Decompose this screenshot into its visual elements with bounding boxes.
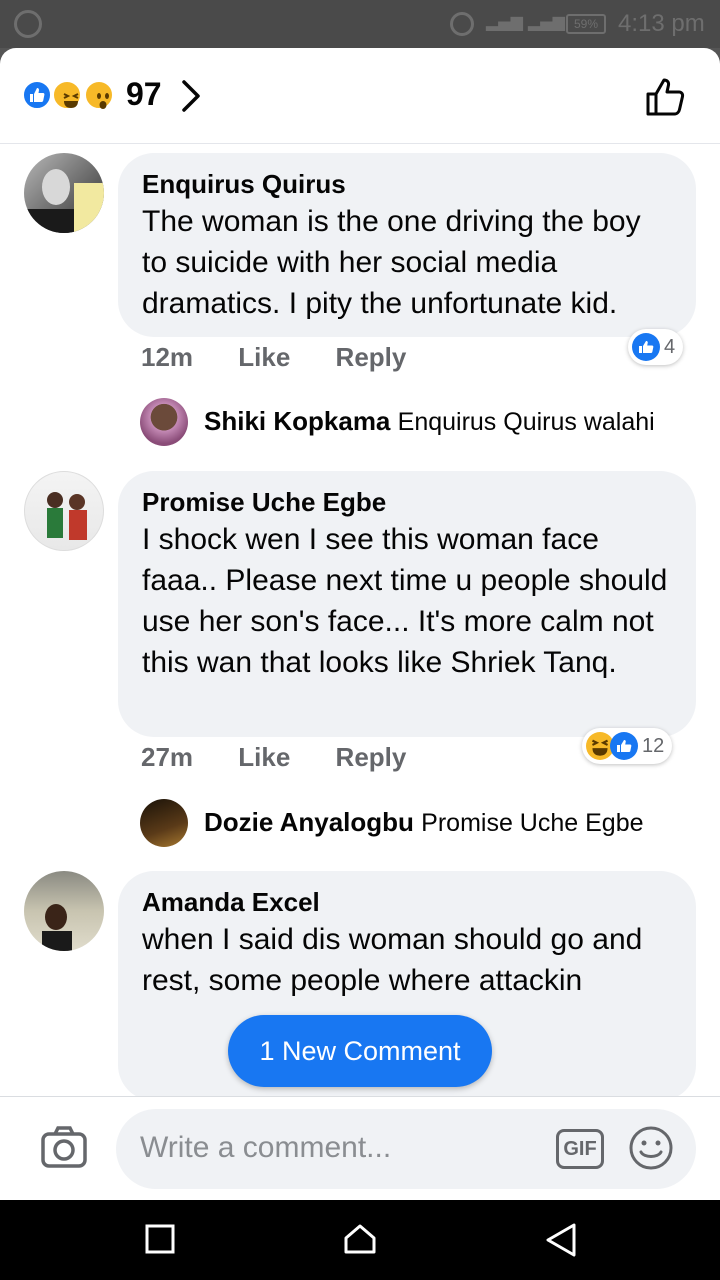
reaction-count-label: 12 xyxy=(642,734,665,757)
comment-bubble[interactable]: Enquirus Quirus The woman is the one dri… xyxy=(118,153,696,337)
comment-author[interactable]: Amanda Excel xyxy=(142,885,672,919)
reaction-count-label: 4 xyxy=(664,335,676,358)
avatar[interactable] xyxy=(140,799,188,847)
comment-author[interactable]: Promise Uche Egbe xyxy=(142,485,672,519)
wow-reaction-icon xyxy=(84,80,114,110)
home-icon[interactable] xyxy=(342,1222,378,1256)
comment-time: 27m xyxy=(141,742,194,772)
reaction-count: 97 xyxy=(126,76,162,112)
like-reaction-icon xyxy=(22,80,52,110)
recent-apps-icon[interactable] xyxy=(144,1222,176,1256)
emoji-icon[interactable] xyxy=(628,1125,674,1171)
reply-author[interactable]: Shiki Kopkama xyxy=(204,406,390,436)
haha-reaction-icon xyxy=(52,80,82,110)
comment-text: The woman is the one driving the boy to … xyxy=(142,205,641,320)
reply-button[interactable]: Reply xyxy=(336,742,407,773)
like-reaction-icon xyxy=(610,732,638,760)
comment-reaction-count[interactable]: 12 xyxy=(582,728,673,764)
comment-composer: Write a comment... GIF xyxy=(0,1096,720,1200)
alarm-icon xyxy=(450,12,474,36)
reply-author[interactable]: Dozie Anyalogbu xyxy=(204,807,414,837)
comment-bubble[interactable]: Promise Uche Egbe I shock wen I see this… xyxy=(118,471,696,737)
comment-reaction-count[interactable]: 4 xyxy=(628,329,684,365)
comment-input-placeholder: Write a comment... xyxy=(140,1131,392,1164)
status-time: 4:13 pm xyxy=(618,10,705,37)
comment-text: I shock wen I see this woman face faaa..… xyxy=(142,523,668,679)
signal-icon: ▂▄▆ ▂▄▆ xyxy=(486,12,565,31)
reply-button[interactable]: Reply xyxy=(336,342,407,373)
reply-text: Enquirus Quirus walahi xyxy=(397,408,655,436)
status-bar: ▂▄▆ ▂▄▆ 59% 4:13 pm xyxy=(0,0,720,48)
comment-author[interactable]: Enquirus Quirus xyxy=(142,167,672,201)
like-button[interactable]: Like xyxy=(238,742,290,773)
camera-icon[interactable] xyxy=(40,1125,88,1169)
avatar[interactable] xyxy=(24,471,104,551)
like-button[interactable]: Like xyxy=(238,342,290,373)
whatsapp-icon xyxy=(14,10,42,38)
reaction-summary[interactable]: 97 xyxy=(0,48,720,144)
back-icon[interactable] xyxy=(544,1222,578,1258)
chevron-right-icon[interactable] xyxy=(178,78,202,114)
avatar[interactable] xyxy=(24,153,104,233)
avatar[interactable] xyxy=(24,871,104,951)
comments-sheet: 97 Enquirus Quirus The woman is the one … xyxy=(0,48,720,1200)
avatar[interactable] xyxy=(140,398,188,446)
comment-actions: 12m Like Reply xyxy=(141,342,444,373)
thumbs-up-icon[interactable] xyxy=(644,74,688,118)
like-reaction-icon xyxy=(632,333,660,361)
reply-text: Promise Uche Egbe xyxy=(421,809,644,837)
gif-button[interactable]: GIF xyxy=(556,1129,604,1169)
comment-input[interactable]: Write a comment... GIF xyxy=(116,1109,696,1189)
battery-indicator: 59% xyxy=(566,14,606,34)
comment-actions: 27m Like Reply xyxy=(141,742,444,773)
comment-time: 12m xyxy=(141,342,194,372)
system-nav-bar xyxy=(0,1200,720,1280)
new-comment-button[interactable]: 1 New Comment xyxy=(228,1015,492,1087)
